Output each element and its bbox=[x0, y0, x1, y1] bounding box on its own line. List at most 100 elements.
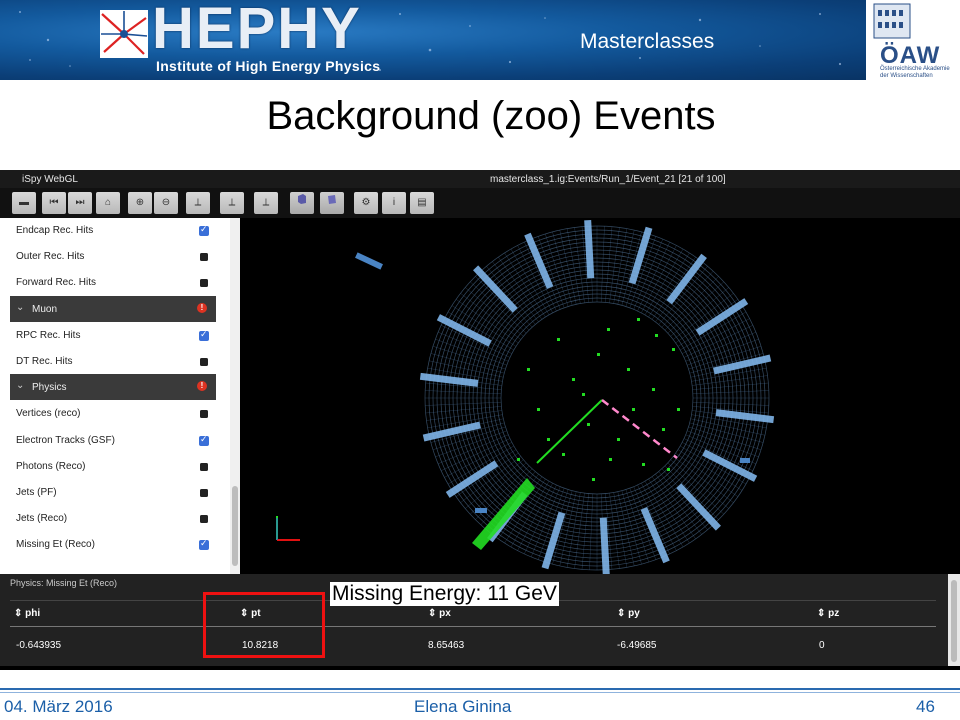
tracker-hit bbox=[582, 393, 585, 396]
muon-chamber bbox=[584, 220, 595, 279]
sidebar-item-label: RPC Rec. Hits bbox=[16, 329, 81, 341]
sidebar-item-outer-rec-hits[interactable]: Outer Rec. Hits bbox=[0, 243, 218, 269]
sidebar-group-muon[interactable]: ⌄ Muon! bbox=[10, 295, 216, 322]
event-display-canvas[interactable] bbox=[240, 218, 960, 576]
visibility-checkbox[interactable] bbox=[199, 224, 209, 236]
footer-date: 04. März 2016 bbox=[4, 697, 113, 716]
tracker-hit bbox=[537, 408, 540, 411]
table-title: Physics: Missing Et (Reco) bbox=[10, 578, 118, 588]
export-image-icon[interactable]: ▤ bbox=[410, 192, 434, 214]
sidebar-item-label: Forward Rec. Hits bbox=[16, 277, 97, 289]
zoom-in-icon[interactable]: ⊕ bbox=[128, 192, 152, 214]
sidebar-item-label: Physics bbox=[32, 382, 67, 394]
visibility-checkbox[interactable] bbox=[199, 329, 209, 341]
column-header-pz[interactable]: ⇕ pz bbox=[817, 608, 839, 619]
sidebar-item-forward-rec-hits[interactable]: Forward Rec. Hits bbox=[0, 269, 218, 295]
visibility-checkbox[interactable] bbox=[200, 489, 208, 497]
table-scrollbar[interactable] bbox=[948, 574, 960, 666]
oaw-logo-subtitle: Österreichische Akademie der Wissenschaf… bbox=[880, 66, 950, 79]
tracker-hit bbox=[642, 463, 645, 466]
next-event-icon[interactable]: ⏭ bbox=[68, 192, 92, 214]
calorimeter-mesh bbox=[600, 226, 605, 303]
calorimeter-mesh bbox=[687, 430, 759, 458]
tracker-hit bbox=[662, 428, 665, 431]
sidebar-item-electron-tracks-gsf[interactable]: Electron Tracks (GSF) bbox=[0, 427, 218, 453]
sidebar-item-label: Vertices (reco) bbox=[16, 408, 81, 420]
column-header-px[interactable]: ⇕ px bbox=[428, 608, 451, 619]
cell-px: 8.65463 bbox=[428, 640, 465, 651]
visibility-checkbox[interactable] bbox=[200, 279, 208, 288]
sidebar-item-endcap-rec-hits[interactable]: Endcap Rec. Hits bbox=[0, 217, 218, 243]
visibility-checkbox[interactable] bbox=[199, 538, 209, 551]
tracker-hit bbox=[655, 334, 658, 337]
sidebar-item-label: Photons (Reco) bbox=[16, 460, 86, 472]
tracker-hit bbox=[617, 438, 620, 441]
sidebar-item-label: Jets (PF) bbox=[16, 487, 57, 498]
muon-chamber bbox=[715, 409, 775, 424]
open-folder-icon[interactable]: ▬ bbox=[12, 192, 36, 214]
sidebar-item-photons-reco[interactable]: Photons (Reco) bbox=[0, 453, 218, 479]
view-xyz-icon[interactable]: ⟂ bbox=[186, 192, 210, 214]
pt-highlight-box bbox=[203, 592, 325, 658]
sidebar-scrollbar[interactable] bbox=[230, 218, 240, 574]
info-icon[interactable]: i bbox=[382, 192, 406, 214]
alert-icon: ! bbox=[197, 381, 207, 392]
sidebar-item-label: Jets (Reco) bbox=[16, 513, 68, 525]
sidebar-item-jets-reco[interactable]: Jets (Reco) bbox=[0, 505, 218, 531]
visibility-checkbox[interactable] bbox=[200, 515, 208, 524]
missing-energy-annotation: Missing Energy: 11 GeV bbox=[330, 582, 559, 606]
column-header-phi[interactable]: ⇕ phi bbox=[14, 608, 40, 619]
toolbar: ▬ ⏮ ⏭ ⌂ ⊕ ⊖ ⟂ ⟂ ⟂ ⚙ i ▤ bbox=[0, 188, 960, 218]
cell-phi: -0.643935 bbox=[16, 640, 62, 651]
tracker-hit bbox=[672, 348, 675, 351]
sidebar-item-dt-rec-hits[interactable]: DT Rec. Hits bbox=[0, 348, 218, 374]
tracker-hit bbox=[607, 328, 610, 331]
chevron-down-icon: ⌄ bbox=[16, 380, 25, 392]
hephy-logo-subtitle: Institute of High Energy Physics bbox=[156, 58, 381, 74]
view-yz-icon[interactable]: ⟂ bbox=[254, 192, 278, 214]
sidebar-item-missing-et-reco[interactable]: Missing Et (Reco) bbox=[0, 531, 218, 557]
sidebar-item-rpc-rec-hits[interactable]: RPC Rec. Hits bbox=[0, 322, 218, 348]
tracker-hit bbox=[527, 368, 530, 371]
header-banner: HEPHY Institute of High Energy Physics M… bbox=[0, 0, 960, 80]
footer-divider bbox=[0, 688, 960, 690]
view-xz-icon[interactable]: ⟂ bbox=[220, 192, 244, 214]
missing-et-vector bbox=[601, 399, 678, 459]
tracker-hit bbox=[562, 453, 565, 456]
app-titlebar: iSpy WebGL masterclass_1.ig:Events/Run_1… bbox=[0, 170, 960, 188]
alert-icon: ! bbox=[197, 302, 207, 313]
orthographic-cube-icon[interactable] bbox=[320, 192, 344, 214]
chevron-down-icon: ⌄ bbox=[16, 301, 25, 313]
app-name: iSpy WebGL bbox=[22, 174, 78, 185]
calorimeter-mesh bbox=[692, 401, 769, 406]
settings-gear-icon[interactable]: ⚙ bbox=[354, 192, 378, 214]
tracker-hit bbox=[627, 368, 630, 371]
footer-author: Elena Ginina bbox=[414, 697, 512, 716]
collection-sidebar: Endcap Rec. Hits Outer Rec. Hits Forward R… bbox=[0, 218, 230, 574]
first-event-icon[interactable]: ⏮ bbox=[42, 192, 66, 214]
muon-chamber bbox=[695, 298, 749, 336]
visibility-checkbox[interactable] bbox=[200, 462, 208, 471]
outer-hit bbox=[740, 458, 750, 463]
oaw-building-icon bbox=[873, 3, 911, 39]
sidebar-item-jets-pf[interactable]: Jets (PF) bbox=[0, 479, 218, 505]
visibility-checkbox[interactable] bbox=[200, 410, 208, 419]
perspective-cube-icon[interactable] bbox=[290, 192, 314, 214]
detector-view[interactable] bbox=[240, 218, 960, 576]
sidebar-item-label: Outer Rec. Hits bbox=[16, 251, 85, 263]
visibility-checkbox[interactable] bbox=[199, 434, 209, 446]
home-icon[interactable]: ⌂ bbox=[96, 192, 120, 214]
tracker-hit bbox=[652, 388, 655, 391]
sidebar-item-label: Muon bbox=[32, 303, 58, 315]
calorimeter-mesh bbox=[425, 390, 502, 395]
visibility-checkbox[interactable] bbox=[200, 358, 208, 366]
zoom-out-icon[interactable]: ⊖ bbox=[154, 192, 178, 214]
sidebar-item-vertices-reco[interactable]: Vertices (reco) bbox=[0, 400, 218, 426]
visibility-checkbox[interactable] bbox=[200, 253, 208, 262]
sidebar-group-physics[interactable]: ⌄ Physics! bbox=[10, 374, 216, 401]
tracker-hit bbox=[557, 338, 560, 341]
slide-title: Background (zoo) Events bbox=[266, 94, 716, 138]
section-label: Masterclasses bbox=[580, 30, 715, 53]
tracker-hit bbox=[609, 458, 612, 461]
column-header-py[interactable]: ⇕ py bbox=[617, 608, 640, 619]
